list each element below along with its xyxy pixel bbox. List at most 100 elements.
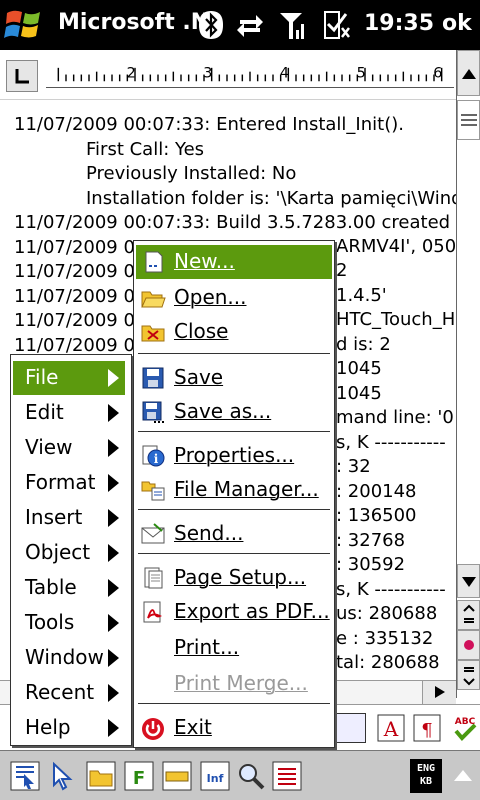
title-bar: Microsoft .N 19:35 ok	[0, 0, 480, 50]
document-line: 11/07/2009 0	[14, 334, 135, 356]
file-menu-item-close[interactable]: Close	[136, 315, 332, 349]
font-color-icon[interactable]: A	[376, 713, 406, 743]
document-view-icon[interactable]	[272, 761, 302, 791]
signal-strength-icon[interactable]	[278, 10, 306, 40]
document-line-fragment: us: 280688	[336, 603, 438, 624]
svg-text:i: i	[154, 452, 159, 466]
file-menu-item-label: Save as...	[174, 399, 272, 423]
paragraph-icon[interactable]: ¶	[412, 713, 442, 743]
menu-item-object[interactable]: Object	[13, 536, 125, 570]
input-panel-arrow-icon[interactable]	[450, 763, 476, 789]
file-menu-item-file-manager[interactable]: File Manager...	[136, 473, 332, 507]
ruler-tool-icon[interactable]	[162, 761, 192, 791]
document-line-fragment: HTC_Touch_H	[336, 309, 456, 330]
file-menu-item-print-merge: Print Merge...	[136, 667, 332, 701]
info-tool-icon[interactable]: Inf	[200, 761, 230, 791]
next-page-button[interactable]	[457, 660, 480, 690]
page-down-icon	[463, 667, 475, 686]
document-line-fragment: : 32768	[336, 530, 406, 551]
menu-item-label: File	[25, 365, 59, 389]
file-menu-item-save[interactable]: Save	[136, 361, 332, 395]
menu-item-format[interactable]: Format	[13, 466, 125, 500]
menu-item-table[interactable]: Table	[13, 571, 125, 605]
browse-object-button[interactable]	[457, 630, 480, 660]
menu-item-help[interactable]: Help	[13, 711, 125, 745]
document-line-fragment: : 32	[336, 456, 371, 477]
file-menu-item-new[interactable]: New...	[136, 245, 332, 279]
document-line: First Call: Yes	[86, 138, 205, 160]
scroll-right-button[interactable]	[422, 681, 456, 704]
menu-item-recent[interactable]: Recent	[13, 676, 125, 710]
open-folder-icon[interactable]	[86, 761, 116, 791]
menu-item-label: Insert	[25, 505, 83, 529]
sync-arrows-icon[interactable]	[236, 10, 264, 40]
file-menu-item-properties[interactable]: i Properties...	[136, 439, 332, 473]
file-menu-item-label: Exit	[174, 715, 212, 739]
menu-item-tools[interactable]: Tools	[13, 606, 125, 640]
info-icon: i	[142, 445, 165, 467]
ruler[interactable]: 2 3 4 5 6	[46, 64, 454, 88]
file-menu-item-save-as[interactable]: Save as...	[136, 395, 332, 429]
file-menu-item-open[interactable]: Open...	[136, 281, 332, 315]
pointer-icon[interactable]	[48, 761, 78, 791]
vertical-scrollbar[interactable]	[456, 50, 480, 698]
svg-text:¶: ¶	[421, 720, 432, 741]
submenu-arrow-icon	[108, 439, 119, 457]
menu-item-window[interactable]: Window	[13, 641, 125, 675]
menu-item-view[interactable]: View	[13, 431, 125, 465]
file-submenu: New... Open... Close Save Save as... i Propert…	[133, 240, 335, 748]
scroll-thumb[interactable]	[457, 100, 480, 140]
scroll-up-button[interactable]	[457, 50, 480, 96]
document-line: 11/07/2009 0	[14, 285, 135, 307]
file-menu-item-label: Print...	[174, 635, 240, 659]
file-menu-item-export-as-pdf[interactable]: Export as PDF...	[136, 595, 332, 629]
file-menu-item-print[interactable]: Print...	[136, 631, 332, 665]
zoom-icon[interactable]	[236, 761, 266, 791]
document-line-fragment: 1.4.5'	[336, 285, 387, 306]
bluetooth-icon[interactable]	[197, 10, 225, 40]
document-line-fragment: mand line: '0	[336, 407, 454, 428]
menu-item-label: Object	[25, 540, 91, 564]
submenu-arrow-icon	[108, 369, 119, 387]
clock[interactable]: 19:35	[364, 11, 434, 36]
close-folder-icon	[141, 325, 165, 342]
menu-item-insert[interactable]: Insert	[13, 501, 125, 535]
app-title[interactable]: Microsoft .N	[58, 10, 209, 35]
ruler-number: 2	[127, 65, 136, 81]
submenu-arrow-icon	[108, 579, 119, 597]
menu-item-file[interactable]: File	[13, 361, 125, 395]
file-menu-item-send[interactable]: Send...	[136, 517, 332, 551]
file-menu-item-page-setup[interactable]: Page Setup...	[136, 561, 332, 595]
document-line: Previously Installed: No	[86, 163, 297, 184]
scroll-down-button[interactable]	[457, 564, 480, 598]
ok-button[interactable]: ok	[442, 11, 472, 36]
submenu-arrow-icon	[108, 649, 119, 667]
folder-open-icon	[141, 291, 166, 308]
floppy-save-as-icon	[142, 401, 164, 423]
tab-stop-selector[interactable]	[6, 60, 38, 92]
document-line-fragment: s, K -----------	[336, 432, 446, 453]
file-menu-item-exit[interactable]: Exit	[136, 711, 332, 745]
grip-icon	[461, 114, 477, 126]
menu-item-label: Edit	[25, 400, 64, 424]
ruler-number: 4	[280, 65, 289, 81]
spellcheck-icon[interactable]: ABC	[450, 713, 480, 743]
left-tab-icon	[15, 69, 29, 84]
file-menu-item-label: Properties...	[174, 443, 295, 467]
prev-page-button[interactable]	[457, 600, 480, 630]
formula-icon[interactable]: F	[124, 761, 154, 791]
menu-item-label: Format	[25, 470, 96, 494]
select-tool-icon[interactable]	[10, 761, 40, 791]
speaker-muted-icon[interactable]	[322, 10, 350, 40]
menu-item-edit[interactable]: Edit	[13, 396, 125, 430]
table-icon[interactable]	[336, 713, 366, 743]
document-line-fragment: tal: 280688	[336, 652, 440, 673]
file-menu-item-label: Page Setup...	[174, 565, 307, 589]
document-line-fragment: : 30592	[336, 554, 406, 575]
envelope-icon	[141, 523, 165, 544]
document-line-fragment: s, K -----------	[336, 579, 446, 600]
submenu-arrow-icon	[108, 474, 119, 492]
windows-start-icon[interactable]	[4, 6, 44, 44]
file-menu-item-label: Send...	[174, 521, 244, 545]
input-method-indicator[interactable]: ENG KB	[410, 759, 442, 793]
